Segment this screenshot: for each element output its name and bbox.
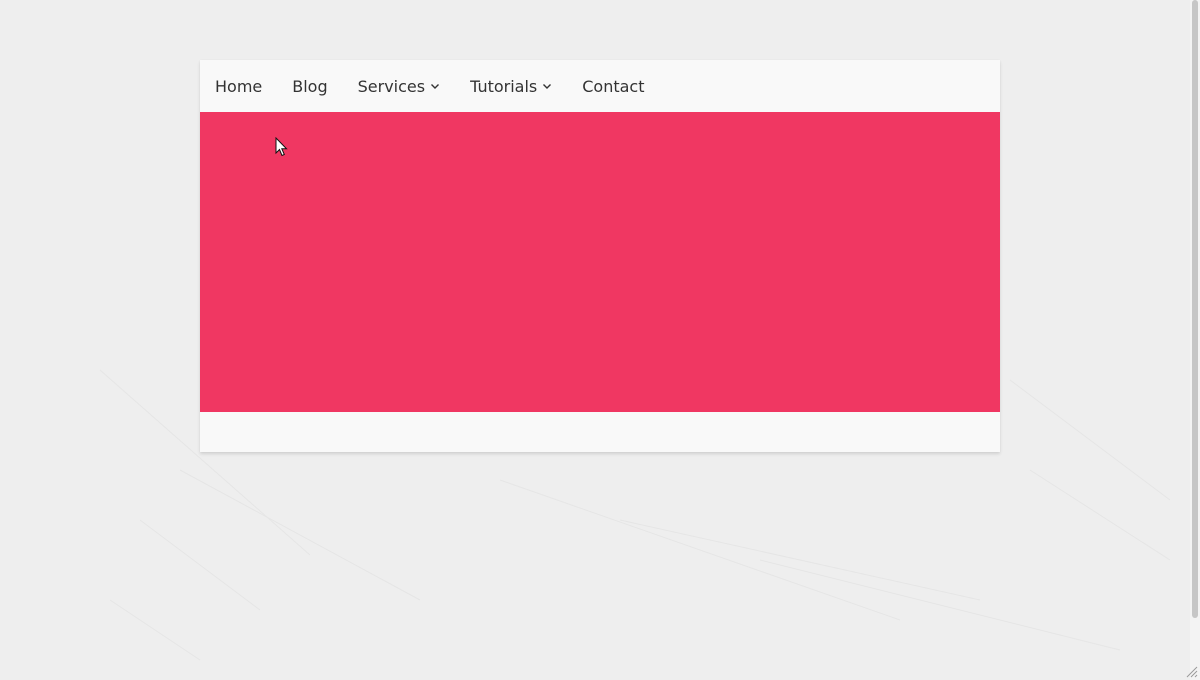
nav-item-contact[interactable]: Contact: [582, 77, 644, 96]
chevron-down-icon: [431, 84, 440, 89]
vertical-scrollbar[interactable]: [1190, 0, 1200, 680]
card-footer: [200, 412, 1000, 452]
nav-item-tutorials[interactable]: Tutorials: [470, 77, 552, 96]
nav-item-services-label: Services: [357, 76, 426, 96]
nav-item-blog[interactable]: Blog: [292, 77, 327, 96]
chevron-down-icon: [543, 84, 552, 89]
nav-item-tutorials-label: Tutorials: [470, 76, 538, 96]
nav-item-blog-label: Blog: [292, 76, 328, 96]
nav-card: Home Blog Services Tutorials Contact: [200, 60, 1000, 452]
resize-grip-icon[interactable]: [1186, 666, 1198, 678]
nav-item-contact-label: Contact: [582, 76, 645, 96]
nav-item-home-label: Home: [215, 76, 263, 96]
main-nav: Home Blog Services Tutorials Contact: [200, 60, 1000, 112]
nav-item-services[interactable]: Services: [358, 77, 440, 96]
scrollbar-thumb[interactable]: [1192, 0, 1198, 618]
hero-banner: [200, 112, 1000, 412]
nav-item-home[interactable]: Home: [215, 77, 262, 96]
